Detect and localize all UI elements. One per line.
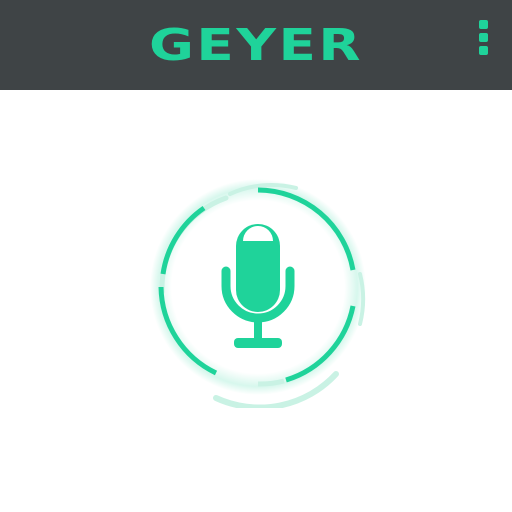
progress-ring-icon: [150, 179, 366, 408]
voice-record-button[interactable]: [146, 174, 370, 408]
menu-dot: [479, 46, 488, 55]
brand-logo-graphic: GEYER: [149, 22, 363, 64]
top-app-bar: GEYER: [0, 0, 512, 90]
menu-dot: [479, 20, 488, 29]
menu-dot: [479, 33, 488, 42]
brand-name: GEYER: [149, 22, 363, 64]
brand-logo: GEYER: [148, 22, 364, 64]
overflow-menu-button[interactable]: [474, 18, 494, 58]
app-screen: GEYER: [0, 0, 512, 512]
